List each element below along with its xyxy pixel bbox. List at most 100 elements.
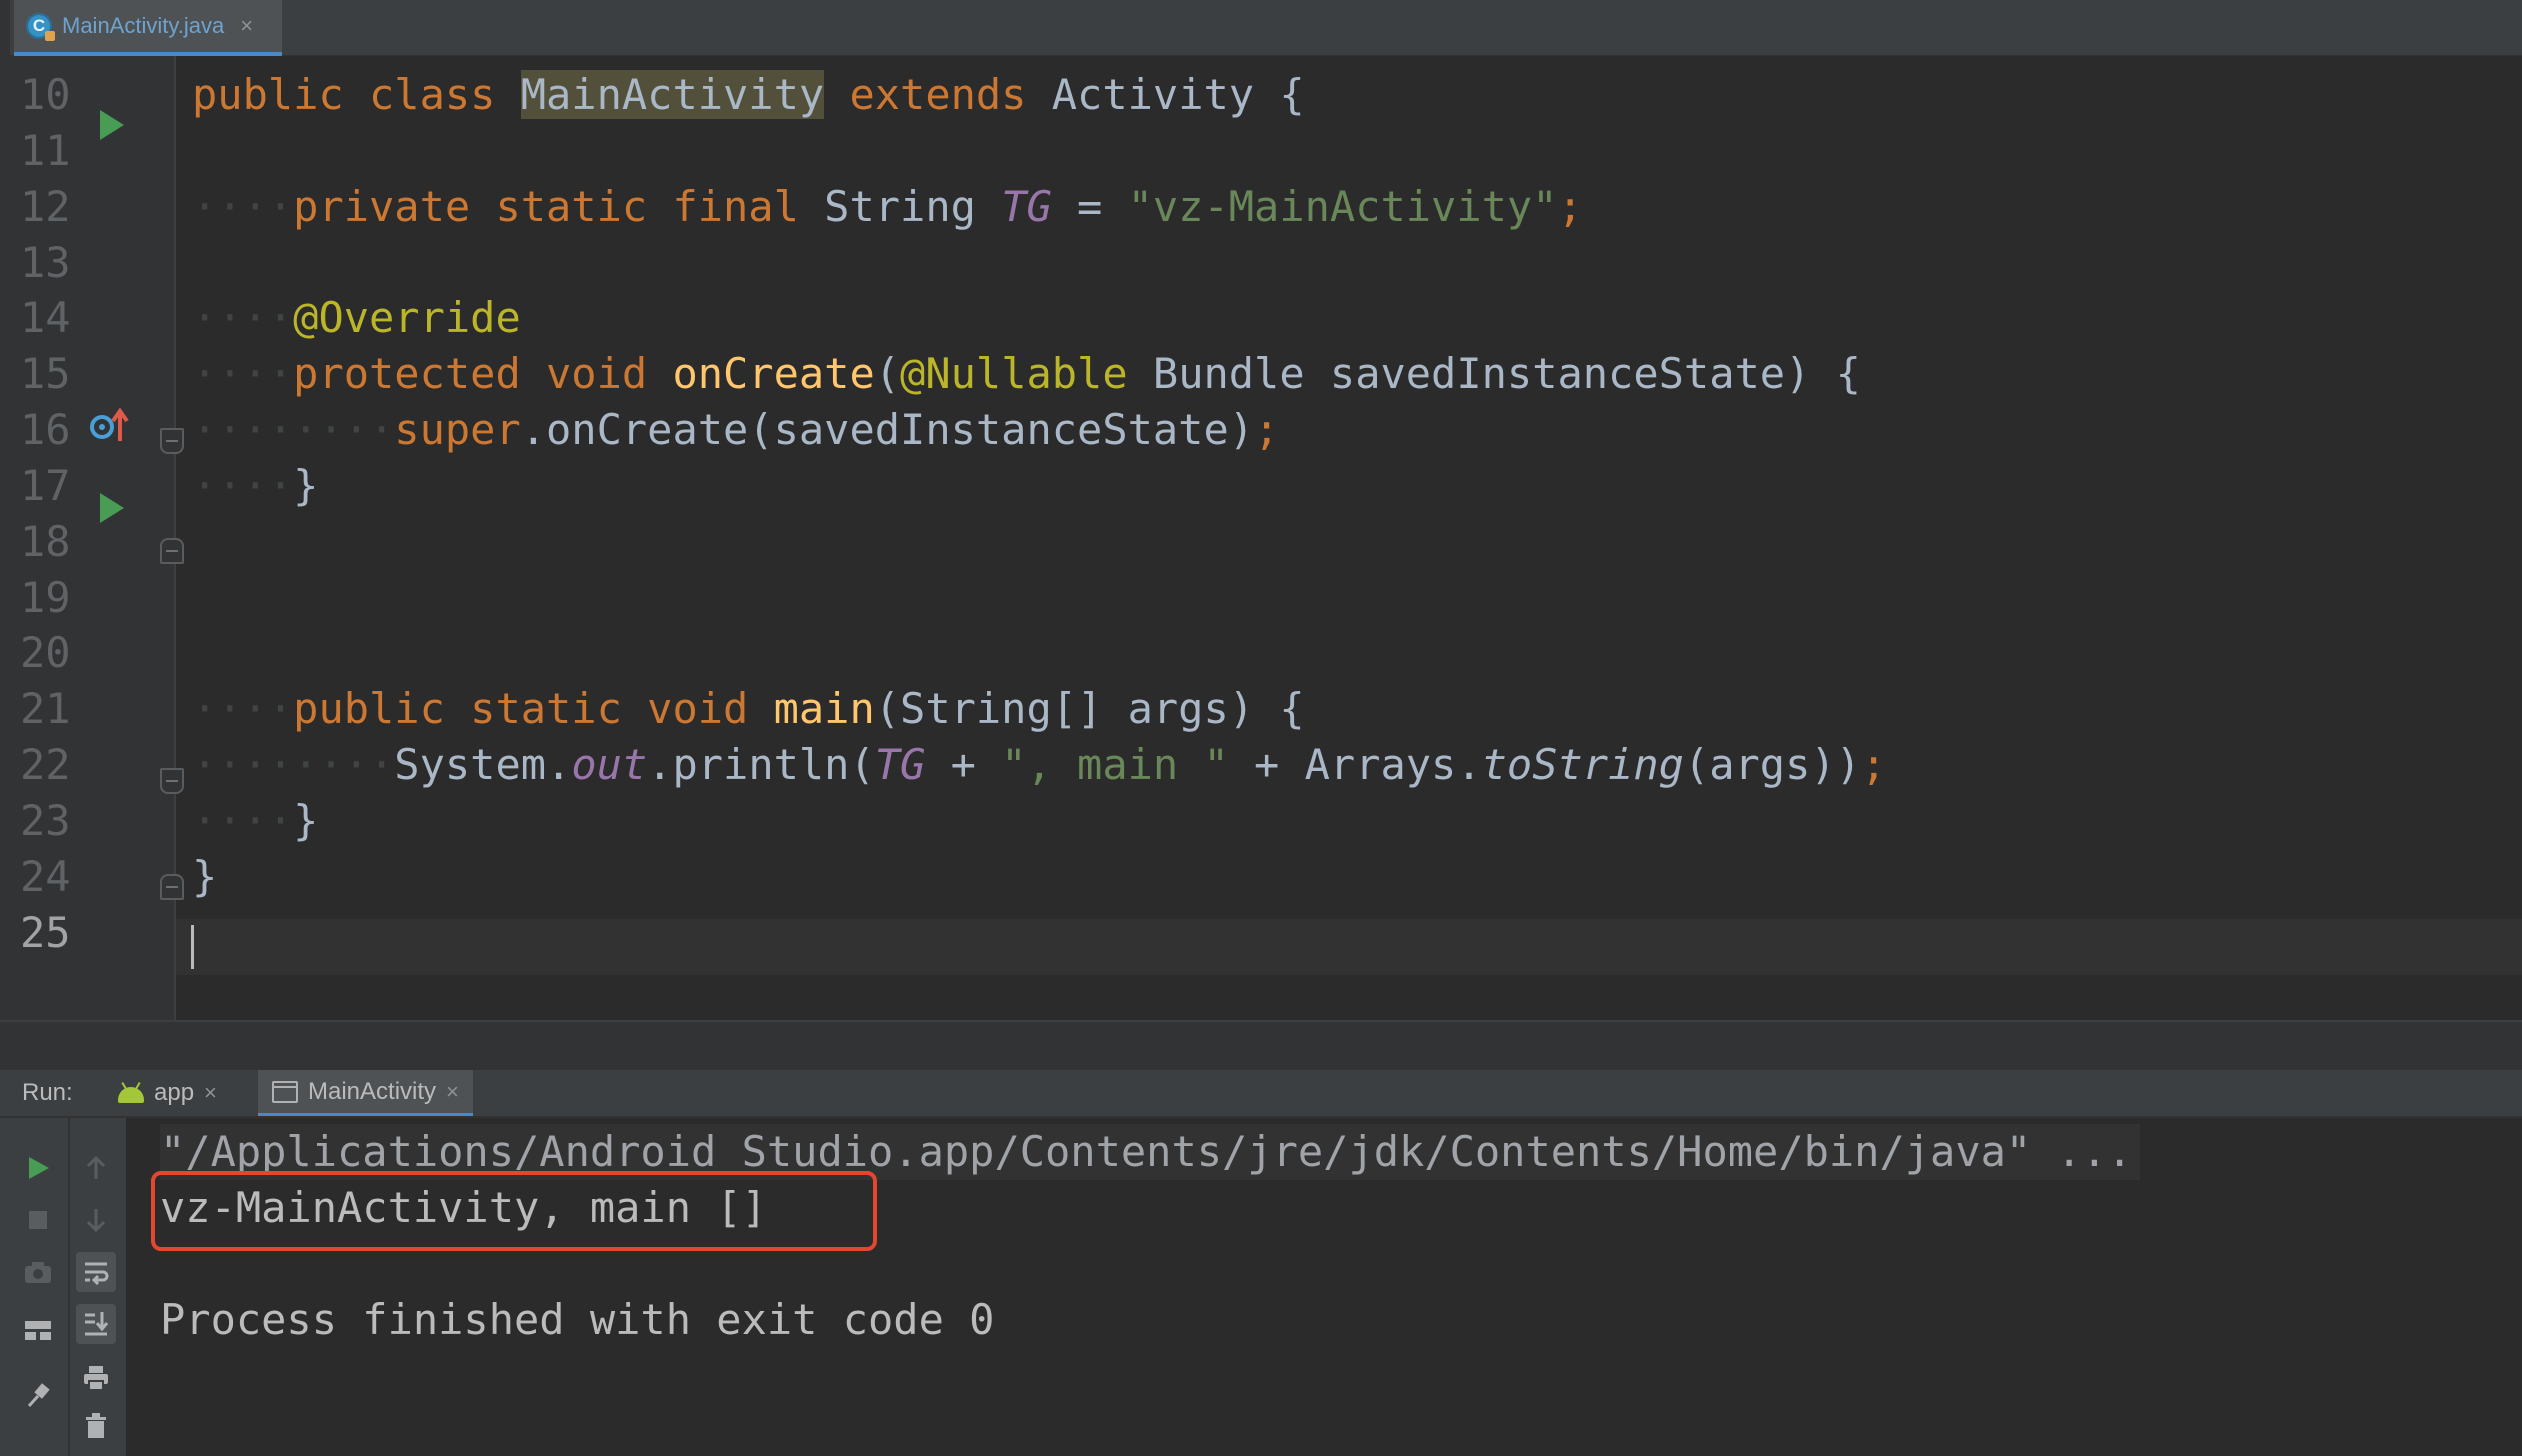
line-number: 22 — [20, 740, 71, 790]
line-number: 24 — [20, 851, 71, 901]
dump-threads-button[interactable] — [18, 1252, 58, 1292]
code-token: System. — [394, 740, 572, 790]
code-token: } — [293, 795, 319, 845]
close-icon[interactable]: × — [204, 1080, 217, 1106]
scroll-up-button[interactable] — [76, 1148, 116, 1188]
current-line-highlight — [176, 919, 2522, 975]
line-number: 20 — [20, 628, 71, 678]
toolbar-divider — [68, 1118, 70, 1456]
clear-all-button[interactable] — [76, 1406, 116, 1446]
run-tab-mainactivity[interactable]: MainActivity × — [258, 1070, 473, 1116]
fold-end-oncreate[interactable] — [160, 538, 184, 564]
line-number: 13 — [20, 237, 71, 287]
code-line: ····} — [192, 458, 318, 514]
line-number: 18 — [20, 516, 71, 566]
code-token: ···· — [192, 684, 294, 734]
code-token: Activity { — [1026, 70, 1305, 119]
code-token: } — [293, 460, 319, 510]
run-console[interactable]: "/Applications/Android Studio.app/Conten… — [126, 1118, 2522, 1456]
code-token: private static final — [293, 181, 825, 231]
code-token: protected void — [293, 349, 673, 399]
code-token: TG — [874, 740, 926, 790]
soft-wrap-button[interactable] — [76, 1252, 116, 1292]
code-token: public class — [192, 70, 521, 119]
code-editor[interactable]: 10 public class MainActivity extends Acti… — [0, 56, 2522, 1020]
code-token: ; — [1860, 740, 1887, 790]
run-tab-app[interactable]: app × — [104, 1070, 231, 1116]
stop-icon — [29, 1211, 47, 1229]
line-number: 25 — [20, 907, 71, 957]
run-main-icon[interactable] — [100, 493, 124, 523]
code-token: .println( — [647, 740, 875, 790]
fold-end-main[interactable] — [160, 874, 184, 900]
code-token: ; — [1557, 181, 1583, 231]
pin-tab-button[interactable] — [18, 1376, 58, 1416]
code-line: ····public static void main(String[] arg… — [192, 681, 1305, 737]
print-button[interactable] — [76, 1358, 116, 1398]
code-token: ; — [1254, 405, 1280, 455]
tab-mainactivity-java[interactable]: MainActivity.java × — [14, 0, 282, 56]
tab-bar-edge — [0, 0, 10, 55]
run-toolwindow-header: Run: app × MainActivity × — [0, 1070, 2522, 1118]
code-token: ········ — [192, 405, 395, 455]
code-token: Bundle savedInstanceState) { — [1127, 349, 1861, 399]
code-token: ···· — [192, 349, 294, 399]
code-token: (String[] args) { — [874, 684, 1305, 734]
panel-splitter[interactable] — [0, 1020, 2522, 1070]
code-token: @Override — [293, 293, 521, 343]
run-class-icon[interactable] — [100, 110, 124, 140]
line-number: 21 — [20, 684, 71, 734]
code-token: String — [824, 181, 1002, 231]
code-line: ····} — [192, 793, 318, 849]
tab-filename: MainActivity.java — [62, 13, 225, 38]
code-line: ········super.onCreate(savedInstanceStat… — [192, 402, 1279, 458]
restore-layout-button[interactable] — [18, 1310, 58, 1350]
code-token: public static void — [293, 684, 774, 734]
line-number: 10 — [20, 70, 71, 119]
text-caret — [191, 925, 194, 969]
code-token: .onCreate(savedInstanceState) — [520, 405, 1255, 455]
java-class-icon — [26, 13, 55, 41]
printer-icon — [84, 1366, 108, 1391]
code-line: public class MainActivity extends Activi… — [192, 67, 1305, 123]
line-number: 14 — [20, 293, 71, 343]
stop-button[interactable] — [18, 1200, 58, 1240]
code-line: ····private static final String TG = "vz… — [192, 179, 1583, 235]
scroll-down-button[interactable] — [76, 1200, 116, 1240]
override-method-icon[interactable] — [86, 401, 134, 449]
pin-icon — [27, 1383, 50, 1408]
fold-toggle-oncreate[interactable] — [160, 428, 184, 454]
rerun-button[interactable] — [18, 1148, 58, 1188]
code-token: + — [925, 740, 1002, 790]
scroll-to-end-icon — [85, 1312, 109, 1336]
scroll-to-end-button[interactable] — [76, 1304, 116, 1344]
camera-icon — [25, 1262, 51, 1283]
close-icon[interactable]: × — [446, 1079, 459, 1105]
line-number: 23 — [20, 795, 71, 845]
code-token: ···· — [192, 293, 294, 343]
code-token: = — [1051, 181, 1128, 231]
code-token: ···· — [192, 795, 294, 845]
code-token: ", main " — [1001, 740, 1229, 790]
close-tab-icon[interactable]: × — [240, 13, 253, 39]
line-number: 15 — [20, 349, 71, 399]
line-number: 12 — [20, 181, 71, 231]
code-token: @Nullable — [900, 349, 1128, 399]
highlight-box — [151, 1171, 877, 1251]
arrow-up-icon — [86, 1155, 106, 1179]
code-token: main — [773, 684, 875, 734]
code-token: (args)) — [1683, 740, 1861, 790]
code-token: extends — [849, 70, 1027, 119]
code-token: ········ — [192, 740, 395, 790]
code-token: } — [192, 851, 218, 901]
console-exit-line: Process finished with exit code 0 — [160, 1295, 995, 1344]
arrow-down-icon — [86, 1209, 106, 1233]
code-token: MainActivity — [520, 70, 825, 119]
editor-tab-bar: MainActivity.java × — [0, 0, 2522, 56]
code-token: toString — [1481, 740, 1684, 790]
play-icon — [29, 1157, 49, 1179]
code-token: super — [394, 405, 521, 455]
fold-toggle-main[interactable] — [160, 768, 184, 794]
code-token: TG — [1001, 181, 1052, 231]
